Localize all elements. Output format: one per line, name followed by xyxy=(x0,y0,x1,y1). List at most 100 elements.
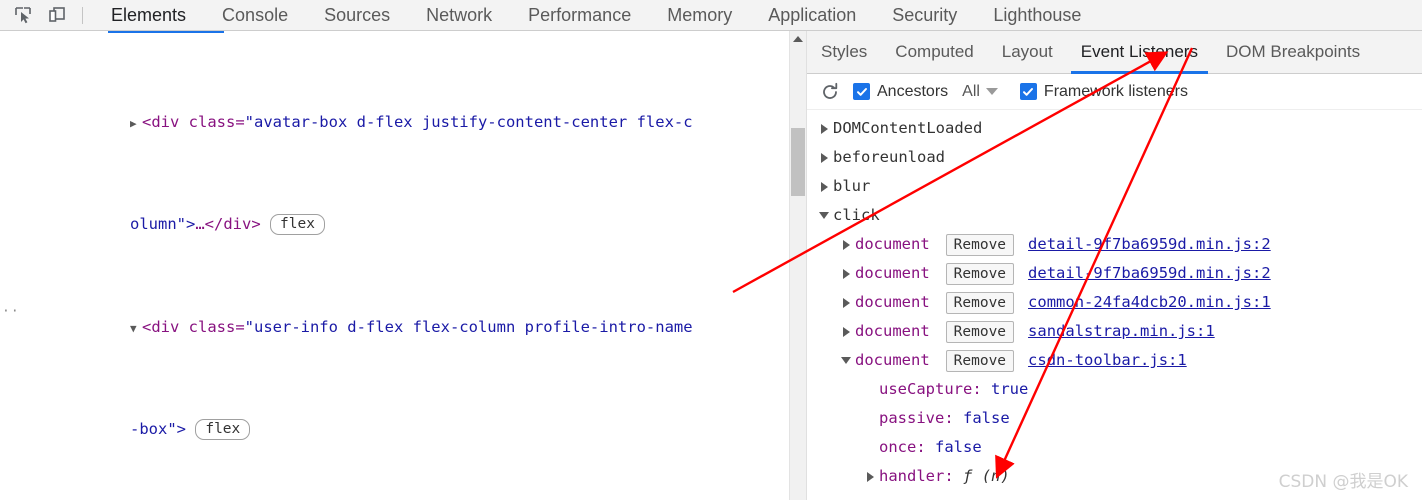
framework-listeners-checkbox[interactable] xyxy=(1019,83,1037,100)
device-toolbar-icon[interactable] xyxy=(42,2,72,28)
dom-pane-scrollbar[interactable] xyxy=(789,31,806,500)
dom-tag: <div class= xyxy=(142,112,245,131)
toolbar-icon-group xyxy=(0,2,93,28)
tab-layout[interactable]: Layout xyxy=(988,31,1067,74)
tab-styles[interactable]: Styles xyxy=(807,31,881,74)
dom-attr-value: "avatar-box d-flex justify-content-cente… xyxy=(244,112,693,131)
flex-badge[interactable]: flex xyxy=(270,214,325,236)
property-key: passive: xyxy=(879,409,954,427)
event-name: blur xyxy=(833,177,871,195)
listener-property-once: once: false xyxy=(807,433,1422,462)
flex-badge[interactable]: flex xyxy=(195,418,251,440)
disclosure-triangle-closed-icon[interactable] xyxy=(815,153,833,163)
tab-computed[interactable]: Computed xyxy=(881,31,987,74)
tab-security[interactable]: Security xyxy=(874,0,975,31)
remove-listener-button[interactable]: Remove xyxy=(945,320,1015,343)
dom-attr-value: olumn"> xyxy=(130,215,196,234)
listener-source-link[interactable]: detail-9f7ba6959d.min.js:2 xyxy=(1028,230,1271,259)
dom-attr-value: "user-info d-flex flex-column profile-in… xyxy=(244,317,693,336)
property-value: true xyxy=(991,380,1029,398)
tab-performance[interactable]: Performance xyxy=(510,0,649,31)
event-listeners-tree: DOMContentLoaded beforeunload blur click… xyxy=(807,110,1422,491)
remove-listener-button[interactable]: Remove xyxy=(945,262,1015,285)
tab-network[interactable]: Network xyxy=(408,0,510,31)
listener-source-link[interactable]: common-24fa4dcb20.min.js:1 xyxy=(1028,288,1271,317)
event-name: beforeunload xyxy=(833,148,945,166)
dom-line[interactable]: olumn">…</div> flex xyxy=(0,212,796,238)
listener-property-usecapture: useCapture: true xyxy=(807,375,1422,404)
listener-node: document xyxy=(855,293,930,311)
event-group-click[interactable]: click xyxy=(807,201,1422,230)
listener-node: document xyxy=(855,322,930,340)
disclosure-triangle-closed-icon[interactable]: ▶ xyxy=(130,111,142,137)
listener-node: document xyxy=(855,264,930,282)
handler-function-glyph: ƒ xyxy=(963,467,973,485)
chevron-down-icon[interactable] xyxy=(985,88,998,95)
listener-row[interactable]: document Remove detail-9f7ba6959d.min.js… xyxy=(807,259,1422,288)
listener-row[interactable]: document Remove common-24fa4dcb20.min.js… xyxy=(807,288,1422,317)
tab-elements[interactable]: Elements xyxy=(93,0,204,31)
disclosure-triangle-closed-icon[interactable] xyxy=(815,124,833,134)
panel-tab-list: Elements Console Sources Network Perform… xyxy=(93,0,1099,31)
property-key: once: xyxy=(879,438,926,456)
watermark: CSDN @我是OK xyxy=(1278,472,1408,492)
dom-tag: <div class= xyxy=(142,317,245,336)
sidebar-pane: Styles Computed Layout Event Listeners D… xyxy=(806,31,1422,500)
dom-attr-value: -box"> xyxy=(130,419,186,438)
remove-listener-button[interactable]: Remove xyxy=(945,349,1015,372)
disclosure-triangle-closed-icon[interactable] xyxy=(837,298,855,308)
listener-node: document xyxy=(855,235,930,253)
framework-listeners-label: Framework listeners xyxy=(1043,82,1188,100)
ancestors-checkbox[interactable] xyxy=(853,83,870,100)
tab-event-listeners[interactable]: Event Listeners xyxy=(1067,31,1212,74)
disclosure-triangle-closed-icon[interactable] xyxy=(861,472,879,482)
event-group-domcontentloaded[interactable]: DOMContentLoaded xyxy=(807,114,1422,143)
tab-application[interactable]: Application xyxy=(750,0,874,31)
listener-row[interactable]: document Remove sandalstrap.min.js:1 xyxy=(807,317,1422,346)
scroll-up-arrow-icon[interactable] xyxy=(793,36,803,42)
listener-row-expanded[interactable]: document Remove csdn-toolbar.js:1 xyxy=(807,346,1422,375)
listener-node: document xyxy=(855,351,930,369)
dom-overflow-ellipsis: ·· xyxy=(2,304,20,319)
listener-scope-select[interactable]: All xyxy=(962,83,980,101)
event-group-beforeunload[interactable]: beforeunload xyxy=(807,143,1422,172)
tab-sources[interactable]: Sources xyxy=(306,0,408,31)
dom-tree-pane[interactable]: ▶ <div class="avatar-box d-flex justify-c… xyxy=(0,31,796,500)
tab-console[interactable]: Console xyxy=(204,0,306,31)
disclosure-triangle-closed-icon[interactable] xyxy=(837,269,855,279)
disclosure-triangle-open-icon[interactable]: ▼ xyxy=(130,316,142,342)
event-listeners-filter-bar: Ancestors All Framework listeners xyxy=(807,74,1422,110)
disclosure-triangle-open-icon[interactable] xyxy=(837,357,855,364)
event-name: click xyxy=(833,206,880,224)
disclosure-triangle-open-icon[interactable] xyxy=(815,212,833,219)
property-value: false xyxy=(935,438,982,456)
handler-function-args: (n) xyxy=(981,467,1010,485)
remove-listener-button[interactable]: Remove xyxy=(945,233,1015,256)
disclosure-triangle-closed-icon[interactable] xyxy=(815,182,833,192)
disclosure-triangle-closed-icon[interactable] xyxy=(837,240,855,250)
property-key: useCapture: xyxy=(879,380,982,398)
dom-line[interactable]: ▶ <div class="avatar-box d-flex justify-c… xyxy=(0,110,796,136)
refresh-icon[interactable] xyxy=(819,81,841,103)
tab-memory[interactable]: Memory xyxy=(649,0,750,31)
sidebar-tab-list: Styles Computed Layout Event Listeners D… xyxy=(807,31,1422,74)
ancestors-label: Ancestors xyxy=(877,82,949,100)
listener-source-link[interactable]: sandalstrap.min.js:1 xyxy=(1028,317,1215,346)
dom-tree-code: ▶ <div class="avatar-box d-flex justify-c… xyxy=(0,33,796,500)
property-key: handler: xyxy=(879,467,954,485)
event-group-blur[interactable]: blur xyxy=(807,172,1422,201)
dom-line[interactable]: ▼ <div class="user-info d-flex flex-colum… xyxy=(0,315,796,341)
scrollbar-thumb[interactable] xyxy=(791,128,805,196)
tab-lighthouse[interactable]: Lighthouse xyxy=(975,0,1099,31)
listener-source-link[interactable]: detail-9f7ba6959d.min.js:2 xyxy=(1028,259,1271,288)
dom-tag: …</div> xyxy=(195,215,261,234)
tab-dom-breakpoints[interactable]: DOM Breakpoints xyxy=(1212,31,1374,74)
remove-listener-button[interactable]: Remove xyxy=(945,291,1015,314)
dom-line[interactable]: -box"> flex xyxy=(0,417,796,443)
disclosure-triangle-closed-icon[interactable] xyxy=(837,327,855,337)
inspect-element-icon[interactable] xyxy=(8,2,38,28)
listener-row[interactable]: document Remove detail-9f7ba6959d.min.js… xyxy=(807,230,1422,259)
listener-source-link[interactable]: csdn-toolbar.js:1 xyxy=(1028,346,1187,375)
devtools-main-toolbar: Elements Console Sources Network Perform… xyxy=(0,0,1422,31)
listener-property-passive: passive: false xyxy=(807,404,1422,433)
